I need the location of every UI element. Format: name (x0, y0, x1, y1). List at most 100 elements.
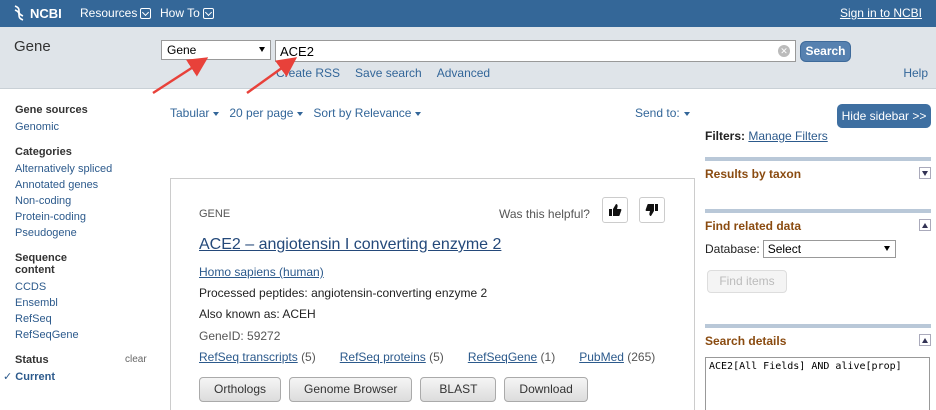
gene-title-link[interactable]: ACE2 – angiotensin I converting enzyme 2 (199, 236, 501, 254)
clear-filter-link[interactable]: clear (125, 354, 147, 365)
left-filter-sidebar: Gene sources Genomic Categories Alternat… (3, 104, 155, 396)
per-page-dropdown[interactable]: 20 per page (229, 106, 303, 120)
blast-button[interactable]: BLAST (420, 377, 497, 402)
filter-item-current[interactable]: ✓ Current (3, 369, 155, 385)
filter-group-status: Status clear ✓ Current (3, 354, 155, 385)
related-links: RefSeq transcripts (5) RefSeq proteins (… (199, 350, 655, 364)
dropdown-arrow-icon (883, 246, 890, 251)
results-by-taxon-panel: Results by taxon (705, 157, 931, 185)
filter-item[interactable]: Non-coding (15, 193, 155, 209)
chevron-down-icon (202, 7, 214, 19)
refseq-transcripts-link[interactable]: RefSeq transcripts (199, 350, 298, 364)
panel-title: Search details (705, 334, 787, 348)
also-known-as: Also known as: ACEH (199, 307, 316, 321)
database-row: Database: Select (705, 240, 896, 258)
orthologs-button[interactable]: Orthologs (199, 377, 282, 402)
result-controls: Tabular 20 per page Sort by Relevance (170, 106, 421, 120)
filter-group-gene-sources: Gene sources Genomic (15, 104, 155, 135)
expand-icon[interactable] (919, 167, 931, 179)
database-label: Database: (705, 242, 760, 256)
related-database-value: Select (767, 242, 802, 256)
refseqgene-link[interactable]: RefSeqGene (468, 350, 537, 364)
collapse-icon[interactable] (919, 219, 931, 231)
filter-item[interactable]: RefSeq (15, 311, 155, 327)
search-button[interactable]: Search (800, 41, 851, 62)
search-sublinks: Create RSS Save search Advanced (276, 66, 490, 80)
panel-title: Find related data (705, 219, 802, 233)
database-select-value: Gene (167, 43, 197, 57)
filter-item[interactable]: Pseudogene (15, 225, 155, 241)
genome-browser-button[interactable]: Genome Browser (289, 377, 413, 402)
search-details-panel: Search details ACE2[All Fields] AND aliv… (705, 324, 931, 410)
search-band: Gene Gene ACE2 ✕ Search Create RSS Save … (0, 27, 936, 89)
ncbi-topbar: NCBI Resources How To Sign in to NCBI (0, 0, 936, 27)
clear-icon[interactable]: ✕ (778, 45, 790, 57)
send-to-dropdown[interactable]: Send to: (635, 106, 690, 120)
pubmed-link[interactable]: PubMed (579, 350, 624, 364)
thumbs-up-button[interactable] (602, 197, 628, 223)
refseq-transcripts-link-group: RefSeq transcripts (5) (199, 350, 316, 364)
search-query-text: ACE2 (280, 44, 314, 59)
refseqgene-link-group: RefSeqGene (1) (468, 350, 555, 364)
gene-id: GeneID: 59272 (199, 329, 281, 343)
help-link[interactable]: Help (903, 66, 928, 80)
filter-group-heading: Categories (15, 146, 72, 158)
find-related-data-panel: Find related data Database: Select Find … (705, 209, 931, 304)
refseq-proteins-link-group: RefSeq proteins (5) (340, 350, 444, 364)
search-input[interactable]: ACE2 ✕ (275, 40, 796, 62)
resources-menu[interactable]: Resources (80, 6, 152, 20)
resources-label: Resources (80, 6, 138, 20)
advanced-link[interactable]: Advanced (437, 66, 490, 80)
thumbs-up-icon (609, 204, 622, 216)
link-count: (1) (540, 350, 556, 364)
dropdown-arrow-icon (259, 47, 265, 52)
pubmed-link-group: PubMed (265) (579, 350, 655, 364)
filter-item[interactable]: Annotated genes (15, 177, 155, 193)
manage-filters-link[interactable]: Manage Filters (748, 129, 827, 143)
hide-sidebar-button[interactable]: Hide sidebar >> (837, 104, 931, 128)
related-database-select[interactable]: Select (762, 240, 896, 258)
refseq-proteins-link[interactable]: RefSeq proteins (340, 350, 426, 364)
download-button[interactable]: Download (504, 377, 588, 402)
collapse-icon[interactable] (919, 334, 931, 346)
helpful-prompt: Was this helpful? (499, 207, 590, 221)
ncbi-logo[interactable]: NCBI (12, 5, 62, 21)
result-type-label: GENE (199, 208, 231, 220)
database-title: Gene (14, 38, 51, 55)
ncbi-logo-text: NCBI (30, 5, 62, 21)
result-action-buttons: Orthologs Genome Browser BLAST Download (199, 377, 588, 402)
filter-group-categories: Categories Alternatively spliced Annotat… (15, 146, 155, 241)
sort-dropdown[interactable]: Sort by Relevance (313, 106, 421, 120)
thumbs-down-icon (645, 204, 658, 216)
filter-item[interactable]: Ensembl (15, 295, 155, 311)
format-dropdown[interactable]: Tabular (170, 106, 219, 120)
search-details-textarea[interactable]: ACE2[All Fields] AND alive[prop] (705, 357, 930, 410)
database-select[interactable]: Gene (161, 40, 271, 60)
create-rss-link[interactable]: Create RSS (276, 66, 340, 80)
signin-link[interactable]: Sign in to NCBI (840, 6, 922, 20)
filter-group-heading: Sequence content (15, 252, 67, 276)
find-items-button[interactable]: Find items (707, 270, 787, 293)
filter-item[interactable]: Protein-coding (15, 209, 155, 225)
thumbs-down-button[interactable] (639, 197, 665, 223)
organism-link[interactable]: Homo sapiens (human) (199, 265, 324, 279)
howto-label: How To (160, 6, 200, 20)
filter-item[interactable]: RefSeqGene (15, 327, 155, 343)
gene-result-card: GENE Was this helpful? ACE2 – angiotensi… (170, 178, 695, 410)
filter-item[interactable]: CCDS (15, 279, 155, 295)
link-count: (5) (429, 350, 444, 364)
filter-group-sequence-content: Sequence content CCDS Ensembl RefSeq Ref… (15, 252, 155, 343)
filter-item[interactable]: Genomic (15, 119, 155, 135)
link-count: (5) (301, 350, 316, 364)
panel-title[interactable]: Results by taxon (705, 161, 931, 181)
processed-peptides: Processed peptides: angiotensin-converti… (199, 286, 488, 300)
filter-group-heading: Gene sources (15, 104, 88, 116)
filter-item-label: Current (15, 371, 56, 383)
link-count: (265) (627, 350, 656, 364)
chevron-down-icon (140, 7, 152, 19)
howto-menu[interactable]: How To (160, 6, 214, 20)
filter-item[interactable]: Alternatively spliced (15, 161, 155, 177)
filters-label: Filters: (705, 129, 746, 143)
filters-row: Filters: Manage Filters (705, 129, 828, 143)
save-search-link[interactable]: Save search (355, 66, 422, 80)
